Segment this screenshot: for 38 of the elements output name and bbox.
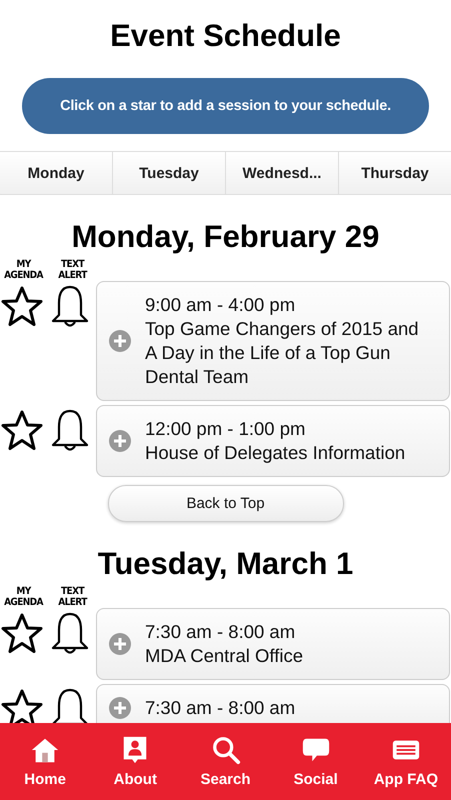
session-title: Top Game Changers of 2015 and A Day in the Life of a Top Gun Dental Team [145,317,420,389]
column-label: TEXT ALERT [57,259,88,281]
session-time: 7:30 am - 8:00 am [145,696,296,720]
search-icon [210,735,240,765]
star-icon[interactable] [0,409,44,453]
star-icon[interactable] [0,688,44,723]
day-tab[interactable]: Wednesd... [225,152,338,194]
session-time: 9:00 am - 4:00 pm [145,293,296,317]
day-heading: Monday, February 29 [70,218,380,255]
plus-icon [109,633,131,655]
session-time: 7:30 am - 8:00 am [145,620,296,644]
session-card[interactable]: 9:00 am - 4:00 pm Top Game Changers of 2015 and A Day in the Life of a Top Gun Dental Team [96,281,450,401]
star-icon[interactable] [0,612,44,656]
info-banner: Click on a star to add a session to your schedule. [22,78,429,134]
session-title: House of Delegates Information [145,441,406,465]
day-tab[interactable]: Thursday [338,152,451,194]
session-title: MDA Central Office [145,644,303,668]
nav-tab[interactable]: Social [270,723,361,800]
nav-tab[interactable]: About [90,723,180,800]
column-label: TEXT ALERT [57,586,88,608]
plus-icon [109,330,131,352]
day-tab[interactable]: Tuesday [112,152,225,194]
nav-tab[interactable]: Home [0,723,90,800]
session-card[interactable]: 7:30 am - 8:00 am [96,684,450,723]
plus-icon [109,697,131,719]
back-to-top-button[interactable]: Back to Top [108,485,344,522]
column-label: MY AGENDA [3,586,44,608]
day-heading: Tuesday, March 1 [96,545,354,582]
star-icon[interactable] [0,285,44,329]
bell-icon[interactable] [50,686,90,723]
nav-tab[interactable]: App FAQ [360,723,451,800]
page-title: Event Schedule [109,17,342,55]
plus-icon [109,430,131,452]
column-label: MY AGENDA [3,259,44,281]
nav-tab[interactable]: Search [180,723,271,800]
session-time: 12:00 pm - 1:00 pm [145,417,306,441]
session-card[interactable]: 7:30 am - 8:00 am MDA Central Office [96,608,450,680]
session-card[interactable]: 12:00 pm - 1:00 pm House of Delegates Information [96,405,450,477]
